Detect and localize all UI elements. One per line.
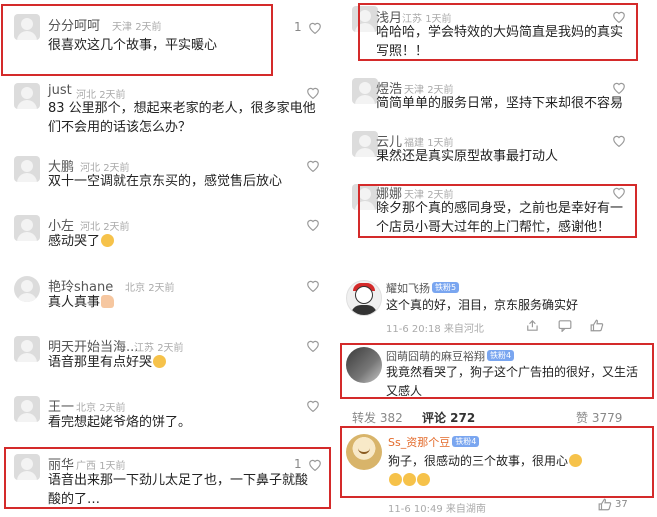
- author-name: 耀如飞扬: [386, 282, 430, 295]
- heart-icon: [307, 340, 319, 352]
- comment-icon[interactable]: [558, 319, 572, 332]
- like-button[interactable]: [306, 279, 320, 292]
- comment-meta: 江苏 2天前: [134, 339, 184, 354]
- comment-meta: 河北 2天前: [80, 218, 130, 233]
- comment-item: just 河北 2天前 83 公里那个，想起来老家的老人，很多家电他们不会用的话…: [0, 80, 332, 150]
- comment-item: 云儿 福建 1天前 果然还是真实原型故事最打动人: [340, 127, 657, 177]
- share-icon[interactable]: [526, 319, 540, 332]
- comment-text: 果然还是真实原型故事最打动人: [376, 149, 559, 164]
- avatar[interactable]: [14, 156, 40, 182]
- comment-author[interactable]: 耀如飞扬 铁粉5: [386, 280, 460, 296]
- avatar-body: [351, 305, 377, 315]
- divider: [332, 0, 340, 517]
- highlight-box: [340, 343, 654, 399]
- like-button[interactable]: [306, 399, 320, 412]
- comment-text-body: 感动哭了: [48, 234, 101, 249]
- like-button[interactable]: 37: [598, 498, 628, 511]
- heart-icon: [307, 87, 319, 99]
- thumbs-up-emoji-icon: [101, 295, 115, 308]
- action-icons: [526, 319, 604, 332]
- like-button[interactable]: 1: [294, 20, 322, 34]
- avatar[interactable]: [14, 276, 40, 302]
- time: 11-6 10:49: [388, 504, 443, 515]
- comment-item: 王一 北京 2天前 看完想起姥爷烙的饼了。: [0, 393, 332, 443]
- like-button[interactable]: [306, 86, 320, 99]
- left-comment-panel: 分分呵呵 天津 2天前 很喜欢这几个故事，平实暖心 1 just 河北 2天前 …: [0, 0, 332, 517]
- like-button[interactable]: [612, 134, 626, 147]
- comment-author[interactable]: just: [48, 83, 72, 98]
- comment-text: 真人真事: [48, 293, 318, 312]
- avatar[interactable]: [14, 215, 40, 241]
- comment-text: 看完想起姥爷烙的饼了。: [48, 415, 192, 430]
- highlight-box: [340, 426, 654, 498]
- avatar[interactable]: [352, 131, 378, 157]
- like-button[interactable]: [306, 159, 320, 172]
- avatar[interactable]: [14, 336, 40, 362]
- heart-icon: [307, 160, 319, 172]
- avatar[interactable]: [14, 396, 40, 422]
- source: 来自河北: [443, 324, 484, 335]
- comment-text-body: 真人真事: [48, 295, 101, 310]
- heart-icon: [307, 280, 319, 292]
- crying-emoji-icon: [153, 355, 167, 368]
- like-count[interactable]: 赞 3779: [576, 409, 622, 426]
- comment-meta: 11-6 10:49 来自湖南: [388, 500, 486, 515]
- stats-bar: 转发 382 评论 272 赞 3779: [340, 407, 657, 427]
- comment-text: 双十一空调就在京东买的，感觉售后放心: [48, 174, 283, 189]
- thumb-up-icon: [598, 498, 612, 511]
- like-button[interactable]: [306, 339, 320, 352]
- highlight-box: [358, 184, 637, 238]
- comment-text: 简简单单的服务日常，坚持下来却很不容易: [376, 96, 624, 111]
- like-button[interactable]: [306, 218, 320, 231]
- repost-count[interactable]: 转发 382: [352, 409, 403, 426]
- like-count: 1: [294, 20, 302, 34]
- heart-icon: [307, 219, 319, 231]
- comment-item: 大鹏 河北 2天前 双十一空调就在京东买的，感觉售后放心: [0, 153, 332, 203]
- comment-text-body: 语音那里有点好哭: [48, 355, 153, 370]
- comment-meta: 北京 2天前: [76, 399, 126, 414]
- right-comment-panel: 浅月 江苏 1天前 哈哈哈，学会特效的大妈简直是我妈的真实写照！！ 煜浩 天津 …: [340, 0, 657, 517]
- crying-emoji-icon: [101, 234, 115, 247]
- like-button[interactable]: [612, 81, 626, 94]
- comment-text: 这个真的好，泪目，京东服务确实好: [386, 298, 579, 312]
- comment-item: 煜浩 天津 2天前 简简单单的服务日常，坚持下来却很不容易: [340, 74, 657, 124]
- comment-item: 明天开始当海... 江苏 2天前 语音那里有点好哭: [0, 333, 332, 383]
- avatar[interactable]: [14, 83, 40, 109]
- avatar[interactable]: [352, 78, 378, 104]
- highlight-box: [4, 447, 331, 509]
- comment-text: 83 公里那个，想起来老家的老人，很多家电他们不会用的话该怎么办？: [48, 101, 316, 135]
- like-count: 37: [615, 499, 628, 510]
- comment-text: 语音那里有点好哭: [48, 353, 318, 372]
- comment-item: 艳玲shane 北京 2天前 真人真事: [0, 273, 332, 323]
- comment-meta: 11-6 20:18 来自河北: [386, 320, 484, 335]
- fan-badge: 铁粉5: [432, 282, 460, 293]
- highlight-box: [1, 4, 273, 76]
- heart-icon: [307, 400, 319, 412]
- comment-meta: 北京 2天前: [125, 279, 175, 294]
- avatar[interactable]: [346, 280, 382, 316]
- weibo-comment-item: 耀如飞扬 铁粉5 这个真的好，泪目，京东服务确实好 11-6 20:18 来自河北: [340, 278, 657, 340]
- time: 11-6 20:18: [386, 324, 441, 335]
- heart-icon: [308, 22, 321, 34]
- comment-text: 感动哭了: [48, 232, 318, 251]
- source: 来自湖南: [445, 504, 486, 515]
- comment-item: 小左 河北 2天前 感动哭了: [0, 212, 332, 262]
- highlight-box: [358, 3, 638, 61]
- avatar-face: [355, 286, 373, 304]
- thumb-up-icon[interactable]: [590, 319, 604, 332]
- heart-icon: [613, 135, 625, 147]
- comment-count[interactable]: 评论 272: [422, 409, 475, 426]
- heart-icon: [613, 82, 625, 94]
